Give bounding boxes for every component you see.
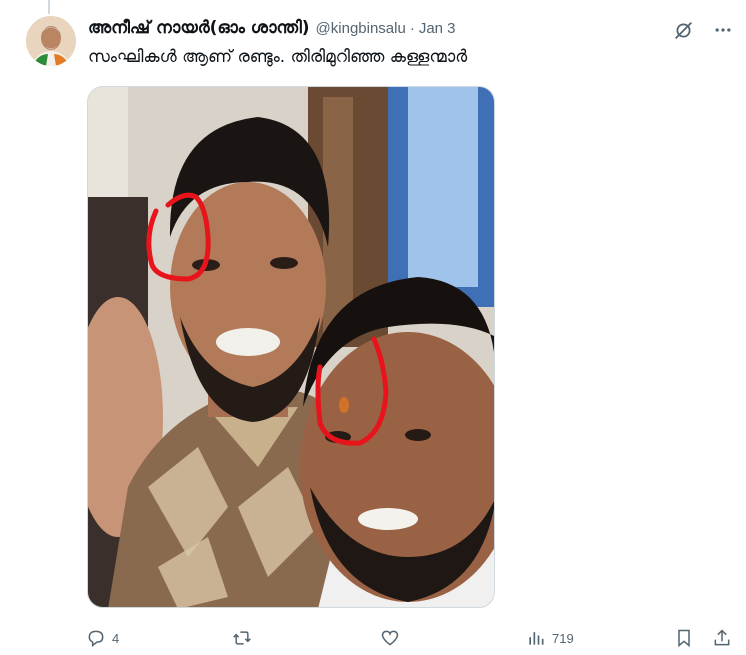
view-count: 719	[552, 630, 574, 646]
bookmark-button[interactable]	[674, 624, 694, 652]
tweet-date[interactable]: Jan 3	[419, 20, 456, 37]
reply-icon	[88, 630, 104, 648]
like-icon	[381, 630, 399, 646]
retweet-icon	[233, 631, 251, 645]
reply-button[interactable]: 4	[86, 624, 119, 652]
like-button[interactable]	[380, 624, 406, 652]
tweet-top-actions	[672, 19, 734, 41]
tweet-header: അനീഷ് നായർ(ഓം ശാന്തി) @kingbinsalu · Jan…	[88, 18, 456, 44]
grok-icon[interactable]	[672, 19, 694, 41]
author-name[interactable]: അനീഷ് നായർ(ഓം ശാന്തി)	[88, 18, 310, 38]
bookmark-icon	[678, 629, 690, 648]
reply-count: 4	[112, 630, 120, 646]
photo-image	[88, 87, 494, 607]
views-button[interactable]: 719	[526, 624, 574, 652]
share-button[interactable]	[712, 624, 732, 652]
avatar-image	[26, 16, 76, 66]
avatar[interactable]	[26, 16, 76, 66]
thread-line	[48, 0, 50, 14]
separator-dot: ·	[409, 20, 415, 37]
views-icon	[529, 632, 544, 645]
tweet-photo[interactable]	[87, 86, 495, 608]
retweet-button[interactable]	[232, 624, 258, 652]
author-handle[interactable]: @kingbinsalu	[316, 20, 406, 37]
tweet-text: സംഘികൾ ആണ് രണ്ടും. തിരിമുറിഞ്ഞ കള്ളന്മാർ	[88, 47, 468, 67]
share-icon	[714, 629, 730, 646]
more-icon[interactable]	[712, 19, 734, 41]
tweet-actions-bar: 4 719	[86, 624, 734, 652]
